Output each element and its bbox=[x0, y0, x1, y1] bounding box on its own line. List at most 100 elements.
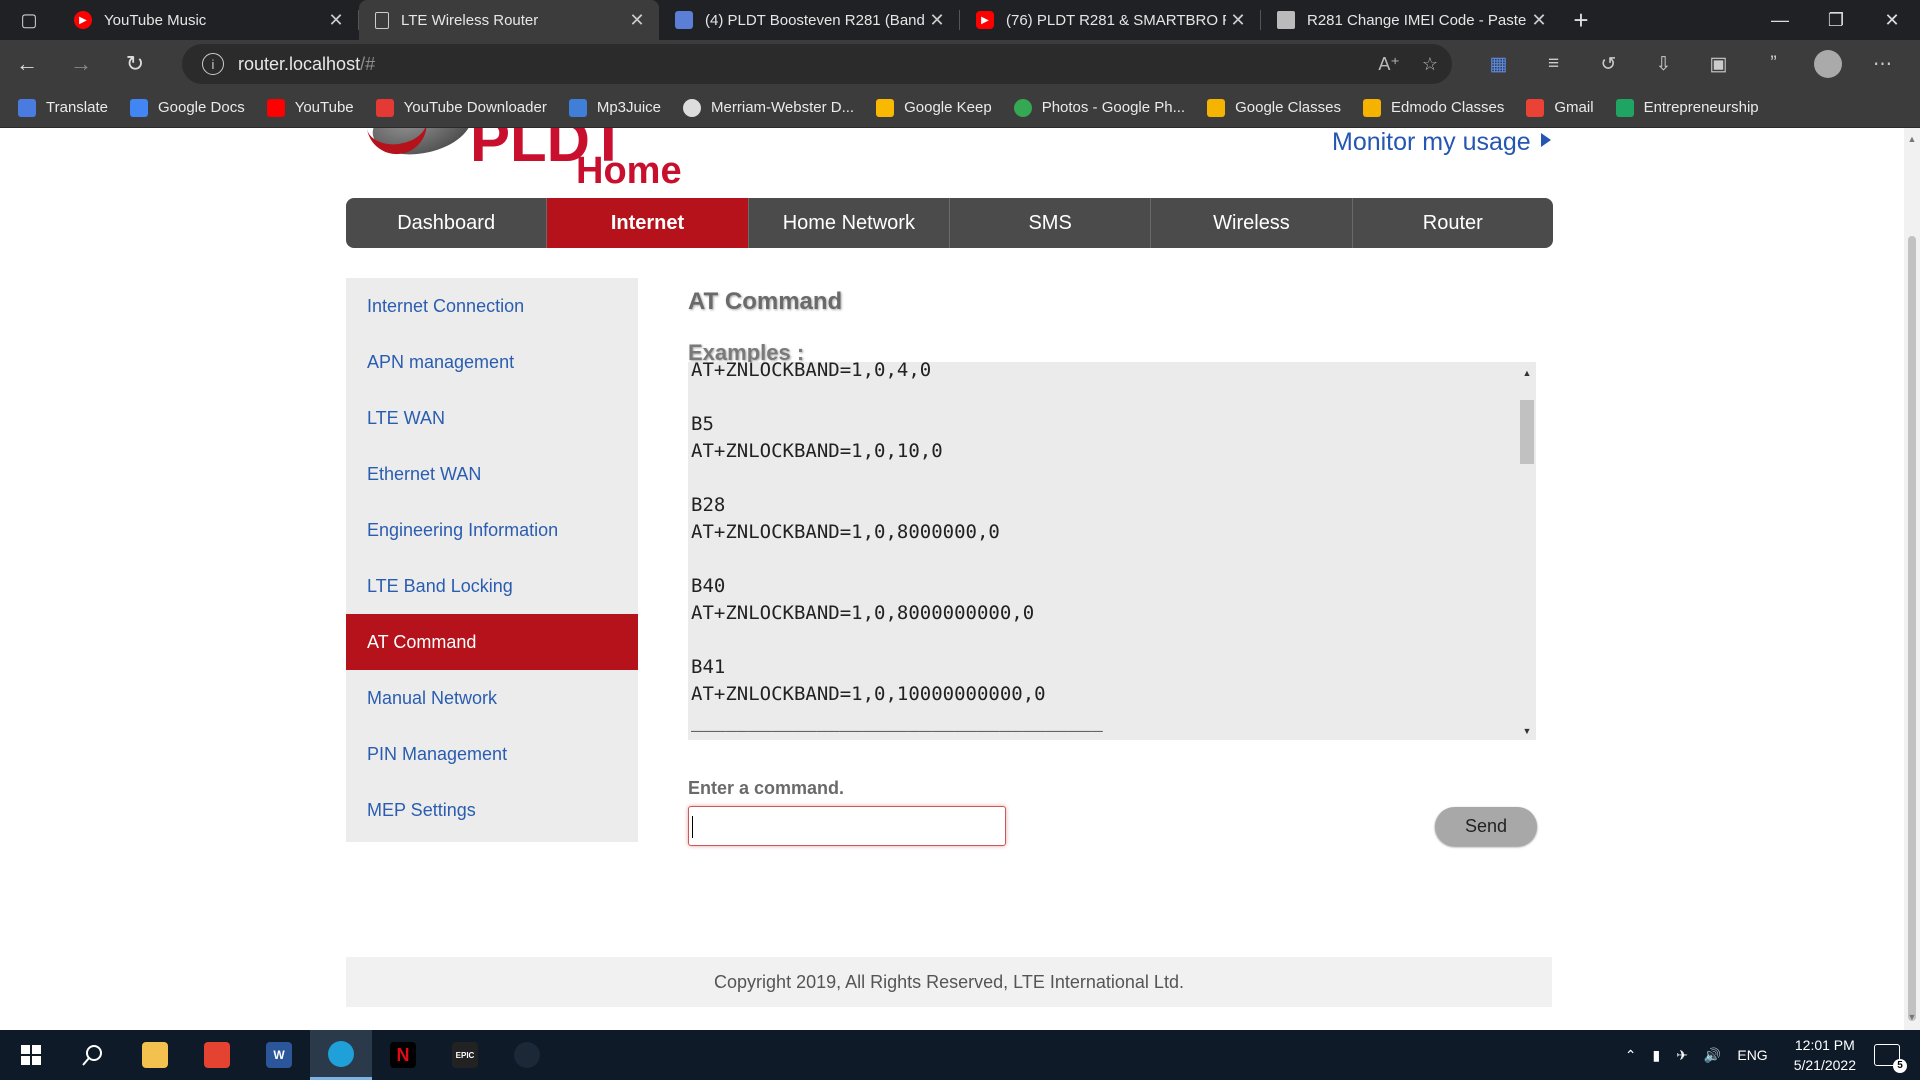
taskbar-app[interactable]: N bbox=[372, 1030, 434, 1080]
bookmark-item[interactable]: Google Keep bbox=[876, 98, 992, 117]
taskbar-app[interactable] bbox=[186, 1030, 248, 1080]
send-button[interactable]: Send bbox=[1435, 807, 1537, 846]
bookmark-item[interactable]: Entrepreneurship bbox=[1615, 98, 1759, 117]
bookmark-item[interactable]: Google Docs bbox=[129, 98, 245, 117]
close-tab-icon[interactable]: ✕ bbox=[1527, 10, 1551, 31]
examples-textarea[interactable]: AT+ZNLOCKBAND=1,0,4,0 B5 AT+ZNLOCKBAND=1… bbox=[688, 362, 1536, 740]
browser-tab[interactable]: R281 Change IMEI Code - Pasteb ✕ bbox=[1261, 0, 1561, 40]
steam-icon bbox=[514, 1042, 540, 1068]
nav-router[interactable]: Router bbox=[1353, 198, 1553, 248]
add-favorite-icon[interactable]: ☆ bbox=[1422, 54, 1438, 75]
sidebar-item-pin-management[interactable]: PIN Management bbox=[346, 726, 638, 782]
notification-count: 5 bbox=[1893, 1059, 1907, 1073]
site-info-icon[interactable]: i bbox=[202, 53, 224, 75]
tab-title: LTE Wireless Router bbox=[401, 11, 539, 29]
bookmark-item[interactable]: Mp3Juice bbox=[568, 98, 662, 117]
scroll-up-icon[interactable]: ▲ bbox=[1518, 368, 1536, 378]
nav-internet[interactable]: Internet bbox=[547, 198, 749, 248]
search-button[interactable] bbox=[62, 1030, 124, 1080]
page-scrollbar[interactable]: ▲ ▼ bbox=[1904, 128, 1920, 1030]
monitor-usage-link[interactable]: Monitor my usage bbox=[1332, 128, 1551, 157]
sidebar-item-lte-wan[interactable]: LTE WAN bbox=[346, 390, 638, 446]
nav-sms[interactable]: SMS bbox=[950, 198, 1152, 248]
more-menu-icon[interactable]: ⋯ bbox=[1855, 44, 1910, 84]
volume-icon[interactable]: 🔊 bbox=[1704, 1047, 1721, 1064]
clock[interactable]: 12:01 PM 5/21/2022 bbox=[1794, 1035, 1856, 1075]
extension-icon[interactable]: ≡ bbox=[1526, 44, 1581, 84]
tab-actions-icon[interactable]: ▢ bbox=[0, 0, 58, 40]
nav-home-network[interactable]: Home Network bbox=[749, 198, 950, 248]
address-bar[interactable]: i router.localhost /# A⁺ ☆ bbox=[182, 44, 1452, 84]
google-classroom-icon bbox=[1207, 98, 1226, 117]
sidebar-item-internet-connection[interactable]: Internet Connection bbox=[346, 278, 638, 334]
bookmark-item[interactable]: Google Classes bbox=[1207, 98, 1341, 117]
chevron-up-icon[interactable]: ⌃ bbox=[1625, 1047, 1637, 1064]
new-tab-icon[interactable]: + bbox=[1561, 0, 1601, 40]
bookmark-item[interactable]: Translate bbox=[18, 98, 108, 117]
sidebar-item-ethernet-wan[interactable]: Ethernet WAN bbox=[346, 446, 638, 502]
close-tab-icon[interactable]: ✕ bbox=[1226, 10, 1250, 31]
taskbar-app[interactable]: EPIC bbox=[434, 1030, 496, 1080]
minimize-icon[interactable]: — bbox=[1752, 0, 1808, 40]
notifications-icon[interactable]: 5 bbox=[1874, 1044, 1907, 1073]
scrollbar-thumb[interactable] bbox=[1520, 400, 1534, 464]
scroll-down-icon[interactable]: ▼ bbox=[1904, 1012, 1920, 1028]
bookmark-item[interactable]: Edmodo Classes bbox=[1363, 98, 1504, 117]
forward-icon[interactable]: → bbox=[54, 44, 108, 84]
profile-avatar-icon[interactable] bbox=[1814, 50, 1842, 78]
close-tab-icon[interactable]: ✕ bbox=[925, 10, 949, 31]
browser-tab-bar: ▢ ▶ YouTube Music ✕ LTE Wireless Router … bbox=[0, 0, 1920, 40]
language-indicator[interactable]: ENG bbox=[1737, 1047, 1767, 1063]
refresh-icon[interactable]: ↻ bbox=[108, 44, 162, 84]
bookmark-item[interactable]: Photos - Google Ph... bbox=[1013, 98, 1185, 117]
google-photos-icon bbox=[1013, 98, 1032, 117]
taskbar-app[interactable] bbox=[496, 1030, 558, 1080]
close-tab-icon[interactable]: ✕ bbox=[324, 10, 348, 31]
command-input[interactable] bbox=[688, 806, 1006, 846]
netflix-icon: N bbox=[390, 1042, 416, 1068]
browser-tab[interactable]: ▶ YouTube Music ✕ bbox=[58, 0, 358, 40]
bookmark-item[interactable]: Merriam-Webster D... bbox=[683, 98, 854, 117]
bookmark-label: Translate bbox=[46, 99, 108, 116]
taskbar-app[interactable]: W bbox=[248, 1030, 310, 1080]
back-icon[interactable]: ← bbox=[0, 44, 54, 84]
tab-title: (76) PLDT R281 & SMARTBRO R... bbox=[1006, 11, 1226, 29]
translate-icon[interactable]: ▦ bbox=[1471, 44, 1526, 84]
quote-icon[interactable]: ” bbox=[1746, 44, 1801, 84]
browser-tab-active[interactable]: LTE Wireless Router ✕ bbox=[359, 0, 659, 40]
close-window-icon[interactable]: ✕ bbox=[1864, 0, 1920, 40]
bookmark-item[interactable]: YouTube bbox=[266, 98, 354, 117]
bookmark-item[interactable]: Gmail bbox=[1526, 98, 1594, 117]
bookmark-label: Mp3Juice bbox=[596, 99, 662, 116]
scroll-down-icon[interactable]: ▼ bbox=[1518, 726, 1536, 736]
file-explorer-icon bbox=[142, 1042, 168, 1068]
browser-tab[interactable]: ▶ (76) PLDT R281 & SMARTBRO R... ✕ bbox=[960, 0, 1260, 40]
nav-dashboard[interactable]: Dashboard bbox=[346, 198, 548, 248]
scrollbar-thumb[interactable] bbox=[1908, 236, 1916, 1021]
airplane-mode-icon[interactable]: ✈ bbox=[1676, 1047, 1688, 1064]
merriam-webster-icon bbox=[683, 98, 702, 117]
start-button[interactable] bbox=[0, 1030, 62, 1080]
browser-tab[interactable]: (4) PLDT Boosteven R281 (Band L ✕ bbox=[659, 0, 959, 40]
sidebar-item-at-command[interactable]: AT Command bbox=[346, 614, 638, 670]
history-icon[interactable]: ↺ bbox=[1581, 44, 1636, 84]
bookmark-item[interactable]: YouTube Downloader bbox=[375, 98, 547, 117]
todoist-icon bbox=[204, 1042, 230, 1068]
close-tab-icon[interactable]: ✕ bbox=[625, 10, 649, 31]
sidebar-item-manual-network[interactable]: Manual Network bbox=[346, 670, 638, 726]
scroll-up-icon[interactable]: ▲ bbox=[1904, 134, 1920, 150]
sidebar-item-mep-settings[interactable]: MEP Settings bbox=[346, 782, 638, 838]
search-icon bbox=[82, 1045, 102, 1066]
examples-scrollbar[interactable]: ▲ ▼ bbox=[1518, 362, 1536, 740]
taskbar-app[interactable] bbox=[124, 1030, 186, 1080]
sidebar-item-apn-management[interactable]: APN management bbox=[346, 334, 638, 390]
downloads-icon[interactable]: ⇩ bbox=[1636, 44, 1691, 84]
restore-icon[interactable]: ❐ bbox=[1808, 0, 1864, 40]
sidebar-item-lte-band-locking[interactable]: LTE Band Locking bbox=[346, 558, 638, 614]
taskbar-app-active[interactable] bbox=[310, 1030, 372, 1080]
collections-icon[interactable]: ▣ bbox=[1691, 44, 1746, 84]
battery-icon[interactable]: ▮ bbox=[1652, 1047, 1660, 1064]
sidebar-item-engineering-information[interactable]: Engineering Information bbox=[346, 502, 638, 558]
read-aloud-icon[interactable]: A⁺ bbox=[1378, 54, 1400, 75]
nav-wireless[interactable]: Wireless bbox=[1151, 198, 1353, 248]
